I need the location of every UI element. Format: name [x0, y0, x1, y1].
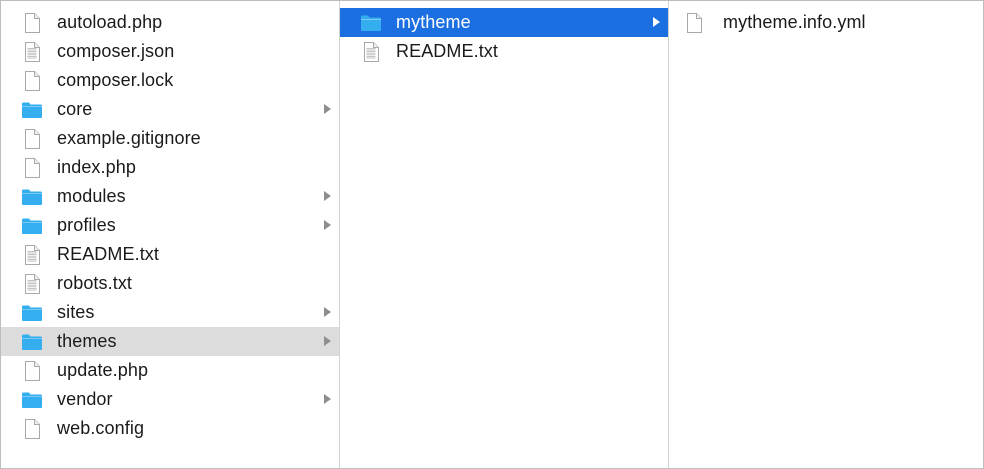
file-name: update.php: [57, 360, 149, 380]
file-name: web.config: [57, 418, 145, 438]
folder-icon: [21, 302, 43, 324]
file-name: autoload.php: [57, 12, 163, 32]
file-item-readme-txt[interactable]: README.txt: [340, 37, 668, 66]
file-item-readme-txt[interactable]: README.txt: [1, 240, 339, 269]
folder-icon: [21, 99, 43, 121]
file-name: mytheme: [396, 12, 471, 32]
folder-icon: [21, 186, 43, 208]
column-themes[interactable]: mytheme README.txt: [340, 1, 669, 468]
file-item-index-php[interactable]: index.php: [1, 153, 339, 182]
folder-icon: [360, 12, 382, 34]
file-name: vendor: [57, 389, 113, 409]
file-list: autoload.php composer.json composer.lock co…: [1, 1, 339, 443]
file-name: composer.lock: [57, 70, 174, 90]
document-icon: [21, 157, 43, 179]
file-item-sites[interactable]: sites: [1, 298, 339, 327]
text-file-icon: [360, 41, 382, 63]
file-name: robots.txt: [57, 273, 133, 293]
folder-icon: [21, 215, 43, 237]
file-item-example-gitignore[interactable]: example.gitignore: [1, 124, 339, 153]
text-file-icon: [21, 244, 43, 266]
file-name: profiles: [57, 215, 116, 235]
file-item-composer-lock[interactable]: composer.lock: [1, 66, 339, 95]
file-name: core: [57, 99, 93, 119]
file-item-web-config[interactable]: web.config: [1, 414, 339, 443]
disclosure-arrow-icon: [653, 17, 660, 27]
disclosure-arrow-icon: [324, 336, 331, 346]
file-item-update-php[interactable]: update.php: [1, 356, 339, 385]
file-name: composer.json: [57, 41, 175, 61]
file-item-robots-txt[interactable]: robots.txt: [1, 269, 339, 298]
file-item-modules[interactable]: modules: [1, 182, 339, 211]
column-root[interactable]: autoload.php composer.json composer.lock co…: [1, 1, 340, 468]
file-name: sites: [57, 302, 95, 322]
file-name: example.gitignore: [57, 128, 201, 148]
file-item-mytheme[interactable]: mytheme: [340, 8, 668, 37]
document-icon: [21, 12, 43, 34]
file-name: modules: [57, 186, 126, 206]
file-item-vendor[interactable]: vendor: [1, 385, 339, 414]
file-item-autoload-php[interactable]: autoload.php: [1, 8, 339, 37]
folder-icon: [21, 389, 43, 411]
disclosure-arrow-icon: [324, 307, 331, 317]
document-icon: [683, 12, 705, 34]
folder-icon: [21, 331, 43, 353]
document-icon: [21, 418, 43, 440]
file-item-themes[interactable]: themes: [1, 327, 339, 356]
file-item-core[interactable]: core: [1, 95, 339, 124]
disclosure-arrow-icon: [324, 191, 331, 201]
file-item-composer-json[interactable]: composer.json: [1, 37, 339, 66]
file-list: mytheme.info.yml: [669, 1, 983, 37]
file-name: index.php: [57, 157, 136, 177]
file-name: mytheme.info.yml: [723, 12, 866, 32]
disclosure-arrow-icon: [324, 220, 331, 230]
file-list: mytheme README.txt: [340, 1, 668, 66]
text-file-icon: [21, 273, 43, 295]
column-mytheme[interactable]: mytheme.info.yml: [669, 1, 983, 468]
disclosure-arrow-icon: [324, 104, 331, 114]
file-name: themes: [57, 331, 117, 351]
finder-column-browser: autoload.php composer.json composer.lock co…: [0, 0, 984, 469]
document-icon: [21, 70, 43, 92]
file-name: README.txt: [396, 41, 499, 61]
file-name: README.txt: [57, 244, 160, 264]
file-item-profiles[interactable]: profiles: [1, 211, 339, 240]
text-file-icon: [21, 41, 43, 63]
document-icon: [21, 128, 43, 150]
disclosure-arrow-icon: [324, 394, 331, 404]
document-icon: [21, 360, 43, 382]
file-item-mytheme-info-yml[interactable]: mytheme.info.yml: [669, 8, 983, 37]
